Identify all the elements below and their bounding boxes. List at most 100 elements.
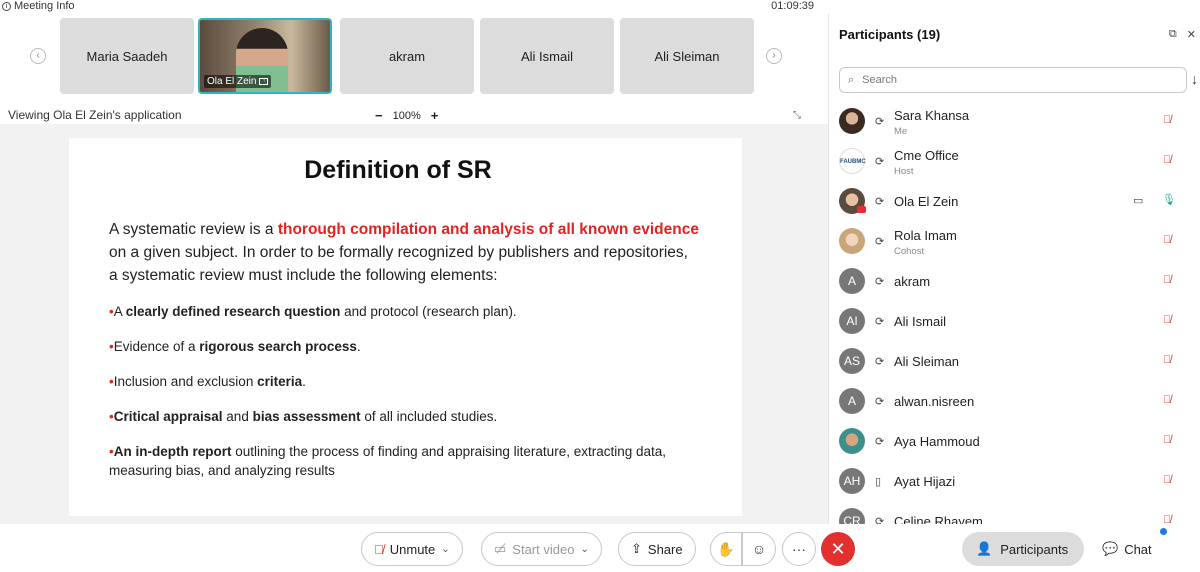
more-options-button[interactable]: ··· <box>782 532 816 566</box>
participant-row[interactable]: AI ⟳ Ali Ismail 🎙̸ <box>829 302 1200 342</box>
avatar <box>839 228 865 254</box>
end-call-button[interactable]: ✕ <box>821 532 855 566</box>
participant-thumbnail[interactable]: Ali Sleiman <box>620 18 754 94</box>
avatar: FAUBMC <box>839 148 866 174</box>
participant-name: Cme Office <box>894 148 959 163</box>
participant-name: Sara Khansa <box>894 108 970 123</box>
avatar: A <box>839 388 865 414</box>
chevron-down-icon[interactable]: ⌄ <box>441 544 449 555</box>
participant-search-input[interactable]: ⌕ Search <box>839 67 1187 93</box>
intro-suffix: on a given subject. In order to be forma… <box>109 244 688 284</box>
mic-muted-icon[interactable]: 🎙̸ <box>1163 394 1171 406</box>
avatar: AH <box>839 468 865 494</box>
participant-thumbnail[interactable]: Ali Ismail <box>480 18 614 94</box>
mic-muted-icon[interactable]: 🎙̸ <box>1163 514 1171 524</box>
mic-muted-icon[interactable]: 🎙̸ <box>1163 314 1171 326</box>
zoom-controls: − 100% + <box>375 108 438 123</box>
meeting-controls: 🎙̸ Unmute ⌄ ▭̸ Start video ⌄ ⇪ Share ✋ ☺… <box>0 528 1200 568</box>
participant-row[interactable]: ⟳ Aya Hammoud 🎙̸ <box>829 422 1200 462</box>
mic-muted-icon[interactable]: 🎙̸ <box>1163 354 1171 366</box>
participant-row[interactable]: AS ⟳ Ali Sleiman 🎙̸ <box>829 342 1200 382</box>
start-video-button[interactable]: ▭̸ Start video ⌄ <box>481 532 602 566</box>
slide-title: Definition of SR <box>304 156 492 184</box>
participant-thumbnail-active[interactable]: Ola El Zein ↑ <box>198 18 332 94</box>
zoom-in-button[interactable]: + <box>431 108 439 123</box>
avatar: AS <box>839 348 865 374</box>
participant-thumbnail[interactable]: Maria Saadeh <box>60 18 194 94</box>
thumbnail-name: Ola El Zein <box>207 76 257 87</box>
participant-row[interactable]: ⟳ Rola Imam Cohost 🎙̸ <box>829 222 1200 262</box>
bullet-bold: criteria <box>257 374 303 389</box>
participants-label: Participants <box>1000 541 1069 557</box>
mic-on-icon[interactable]: 🎙 <box>1162 193 1176 206</box>
participant-row[interactable]: AH ▯ Ayat Hijazi 🎙̸ <box>829 462 1200 502</box>
participant-row[interactable]: ⟳ Sara Khansa Me 🎙̸ <box>829 102 1200 142</box>
shared-content-area: Definition of SR A systematic review is … <box>0 124 828 524</box>
participant-thumbnail[interactable]: akram <box>340 18 474 94</box>
avatar <box>839 108 865 134</box>
mic-muted-icon[interactable]: 🎙̸ <box>1163 274 1171 286</box>
participants-icon: 👤 <box>976 541 993 556</box>
participant-role: Me <box>894 126 908 137</box>
reactions-button[interactable]: ☺ <box>742 532 776 566</box>
participants-button[interactable]: 👤 Participants <box>962 532 1084 566</box>
mic-muted-icon[interactable]: 🎙̸ <box>1163 234 1171 246</box>
participant-row[interactable]: A ⟳ akram 🎙̸ <box>829 262 1200 302</box>
participant-row[interactable]: ⟳ Ola El Zein ▭ 🎙 <box>829 182 1200 222</box>
camera-icon[interactable]: ▭ <box>1133 194 1143 207</box>
share-button[interactable]: ⇪ Share <box>618 532 696 566</box>
mic-muted-icon[interactable]: 🎙̸ <box>1163 474 1171 486</box>
sort-icon[interactable]: ↓ <box>1191 71 1198 87</box>
share-icon: ⇪ <box>631 541 642 556</box>
sharing-badge-icon <box>857 206 866 213</box>
participants-panel: Participants (19) ⧉ ✕ ⌕ Search ↓ ⟳ Sara … <box>828 14 1200 524</box>
bullet-bold: An in-depth report <box>113 444 232 459</box>
unmute-button[interactable]: 🎙̸ Unmute ⌄ <box>361 532 463 566</box>
raise-hand-button[interactable]: ✋ <box>710 532 742 566</box>
zoom-level: 100% <box>392 109 421 122</box>
connection-icon: ⟳ <box>875 316 885 328</box>
participant-role: Cohost <box>894 246 925 257</box>
intro-prefix: A systematic review is a <box>109 221 278 238</box>
avatar: A <box>839 268 865 294</box>
participant-row[interactable]: A ⟳ alwan.nisreen 🎙̸ <box>829 382 1200 422</box>
chevron-right-icon[interactable]: › <box>766 48 782 64</box>
participant-name: Rola Imam <box>894 228 957 243</box>
mic-muted-icon[interactable]: 🎙̸ <box>1163 154 1171 166</box>
participant-row[interactable]: CR ⟳ Celine Rhayem 🎙̸ <box>829 502 1200 524</box>
pin-icon[interactable]: ⤡ <box>793 110 801 121</box>
mic-muted-icon[interactable]: 🎙̸ <box>1163 434 1171 446</box>
zoom-out-button[interactable]: − <box>375 108 383 123</box>
search-icon: ⌕ <box>848 73 855 86</box>
mic-muted-icon[interactable]: 🎙̸ <box>1163 114 1171 126</box>
participant-row[interactable]: FAUBMC ⟳ Cme Office Host 🎙̸ <box>829 142 1200 182</box>
search-placeholder: Search <box>862 74 898 86</box>
close-icon[interactable]: ✕ <box>1187 28 1196 41</box>
video-strip: ‹ Maria Saadeh Ola El Zein ↑ akram Ali I… <box>0 14 828 98</box>
avatar: AI <box>839 308 865 334</box>
thumbnail-label: Ola El Zein ↑ <box>204 75 272 88</box>
bullet-bold: Critical appraisal <box>113 409 223 424</box>
avatar <box>839 428 865 454</box>
thumbnail-name: Ali Ismail <box>520 48 573 64</box>
participant-list: ⟳ Sara Khansa Me 🎙̸ FAUBMC ⟳ Cme Office … <box>829 102 1200 524</box>
chat-button[interactable]: 💬 Chat <box>1102 528 1167 566</box>
viewing-label: Viewing Ola El Zein's application <box>8 108 182 122</box>
chevron-down-icon[interactable]: ⌄ <box>580 544 588 555</box>
share-label: Share <box>647 541 683 557</box>
top-bar: i Meeting Info 01:09:39 <box>0 0 828 14</box>
bullet-text: Inclusion and exclusion <box>113 374 258 389</box>
connection-icon: ⟳ <box>875 356 885 368</box>
meeting-info-label: Meeting Info <box>14 0 75 12</box>
slide-bullet: •Evidence of a rigorous search process. <box>109 339 361 354</box>
connection-icon: ⟳ <box>875 516 885 524</box>
chat-label: Chat <box>1124 541 1152 557</box>
popout-icon[interactable]: ⧉ <box>1169 28 1177 41</box>
intro-highlight: thorough compilation and analysis of all… <box>277 221 699 238</box>
meeting-info-link[interactable]: i Meeting Info <box>2 0 75 12</box>
participant-name: alwan.nisreen <box>894 394 975 409</box>
chevron-left-icon[interactable]: ‹ <box>30 48 46 64</box>
thumbnail-name: Maria Saadeh <box>86 48 168 64</box>
avatar: CR <box>839 508 865 524</box>
bullet-text: Evidence of a <box>113 339 200 354</box>
